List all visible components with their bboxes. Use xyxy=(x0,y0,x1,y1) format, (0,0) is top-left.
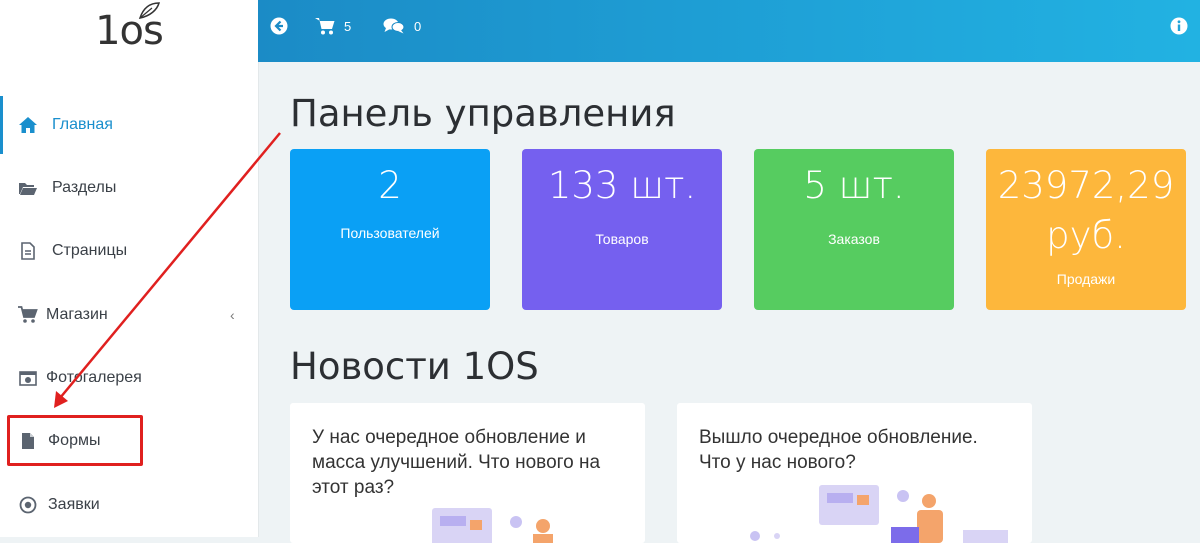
sidebar-item-label: Магазин xyxy=(46,306,108,323)
stat-value: 23972,29 xyxy=(997,164,1175,207)
logo[interactable]: 1os xyxy=(0,0,258,62)
leaf-icon xyxy=(138,2,160,19)
target-icon xyxy=(18,495,38,515)
sidebar-item-label: Заявки xyxy=(48,496,100,513)
news-card[interactable]: У нас очередное обновление и масса улучш… xyxy=(290,403,645,543)
stat-value: 5 шт. xyxy=(803,164,905,207)
stat-label: Товаров xyxy=(595,231,649,247)
stat-value-unit: руб. xyxy=(1046,214,1126,257)
comments-icon xyxy=(383,18,405,34)
sidebar-item-label: Страницы xyxy=(52,242,128,259)
stat-label: Продажи xyxy=(1056,271,1116,287)
news-card[interactable]: Вышло очередное обновление. Что у нас но… xyxy=(677,403,1032,543)
comments-button[interactable]: 0 xyxy=(383,16,421,36)
sidebar-item-sections[interactable]: Разделы xyxy=(0,159,258,217)
sidebar: 1os Главная Разделы Страницы Магазин ‹ Ф… xyxy=(0,0,259,537)
back-icon[interactable] xyxy=(270,16,288,36)
news-title: Новости 1OS xyxy=(290,345,539,388)
sidebar-item-label: Фотогалерея xyxy=(46,369,142,386)
stat-label: Заказов xyxy=(828,231,880,247)
home-icon xyxy=(18,115,38,135)
news-illustration xyxy=(750,485,1008,543)
stat-card-users[interactable]: 2 Пользователей xyxy=(290,149,490,310)
sidebar-item-home[interactable]: Главная xyxy=(0,96,258,154)
sidebar-item-label: Главная xyxy=(52,116,113,133)
stat-value: 2 xyxy=(378,164,402,207)
page-title: Панель управления xyxy=(290,92,676,135)
comments-count: 0 xyxy=(414,18,422,34)
camera-icon xyxy=(18,368,38,388)
folder-open-icon xyxy=(18,178,38,198)
sidebar-item-requests[interactable]: Заявки xyxy=(0,476,258,534)
stat-value: 133 шт. xyxy=(547,164,697,207)
stat-card-products[interactable]: 133 шт. Товаров xyxy=(522,149,722,310)
chevron-left-icon: ‹ xyxy=(230,307,235,323)
info-icon[interactable] xyxy=(1170,16,1188,36)
sidebar-item-pages[interactable]: Страницы xyxy=(0,222,258,280)
topbar: 5 0 xyxy=(258,0,1200,62)
stat-card-orders[interactable]: 5 шт. Заказов xyxy=(754,149,954,310)
cart-button[interactable]: 5 xyxy=(315,16,351,36)
sidebar-item-label: Разделы xyxy=(52,179,117,196)
stat-label: Пользователей xyxy=(340,225,440,241)
cart-count: 5 xyxy=(344,18,352,34)
forms-highlight-box xyxy=(7,415,143,466)
news-illustration xyxy=(432,508,553,543)
file-icon xyxy=(18,241,38,261)
sidebar-item-shop[interactable]: Магазин ‹ xyxy=(0,286,258,344)
sidebar-item-gallery[interactable]: Фотогалерея xyxy=(0,349,258,407)
cart-icon xyxy=(18,305,38,325)
cart-icon xyxy=(315,18,335,35)
stat-card-sales[interactable]: 23972,29 руб. Продажи xyxy=(986,149,1186,310)
